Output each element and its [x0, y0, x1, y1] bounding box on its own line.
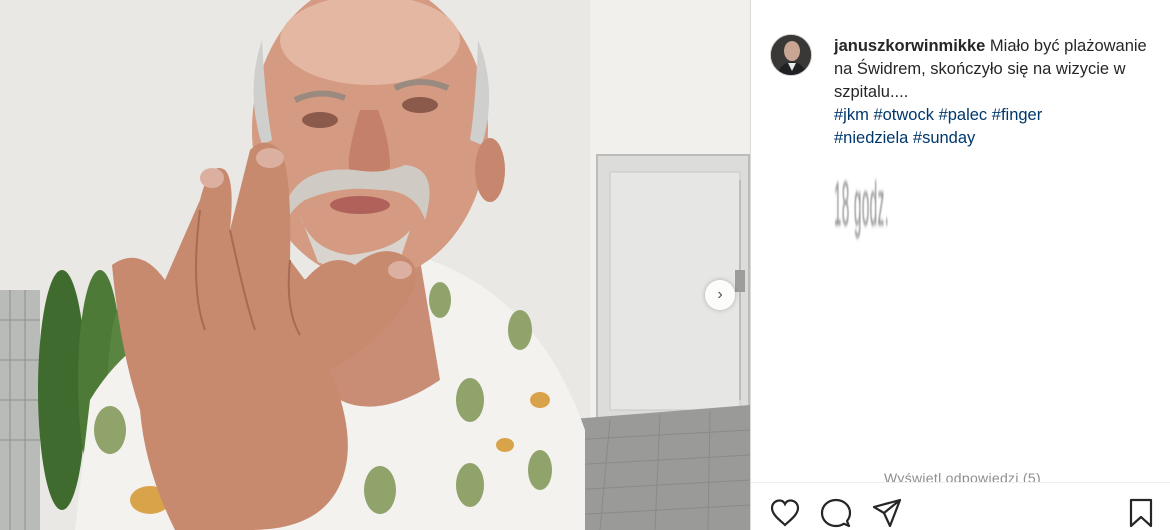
post-photo[interactable]: ›	[0, 0, 750, 530]
paper-plane-icon	[872, 498, 902, 528]
share-button[interactable]	[871, 497, 903, 529]
post-actions-bar	[751, 482, 1170, 530]
next-photo-button[interactable]: ›	[705, 280, 735, 310]
view-replies-link[interactable]: Wyświetl odpowiedzi (5)	[884, 470, 1041, 482]
hashtag-link[interactable]: #niedziela	[834, 129, 908, 147]
username-link[interactable]: januszkorwinmikke	[834, 37, 985, 55]
comment-icon	[820, 498, 852, 528]
timestamp-text: 18 godz.	[834, 168, 890, 241]
hashtag-link[interactable]: #sunday	[913, 129, 975, 147]
hashtag-link[interactable]: #otwock	[873, 106, 934, 124]
hashtag-link[interactable]: #finger	[992, 106, 1042, 124]
bookmark-icon	[1129, 498, 1153, 528]
heart-icon	[770, 499, 800, 527]
like-button[interactable]	[769, 497, 801, 529]
hashtag-link[interactable]: #jkm	[834, 106, 869, 124]
hashtag-list: #jkm #otwock #palec #finger #niedziela #…	[834, 104, 1154, 150]
chevron-right-icon: ›	[717, 286, 723, 303]
hashtag-link[interactable]: #palec	[939, 106, 988, 124]
post-side-panel: januszkorwinmikke Miało być plażowanie n…	[751, 0, 1170, 530]
post-caption: januszkorwinmikke Miało być plażowanie n…	[834, 35, 1154, 150]
comment-button[interactable]	[820, 497, 852, 529]
post-timestamp: 18 godz.	[834, 168, 894, 280]
avatar[interactable]	[770, 34, 812, 76]
photo-image	[0, 0, 750, 530]
avatar-image	[771, 35, 811, 75]
save-button[interactable]	[1125, 497, 1157, 529]
